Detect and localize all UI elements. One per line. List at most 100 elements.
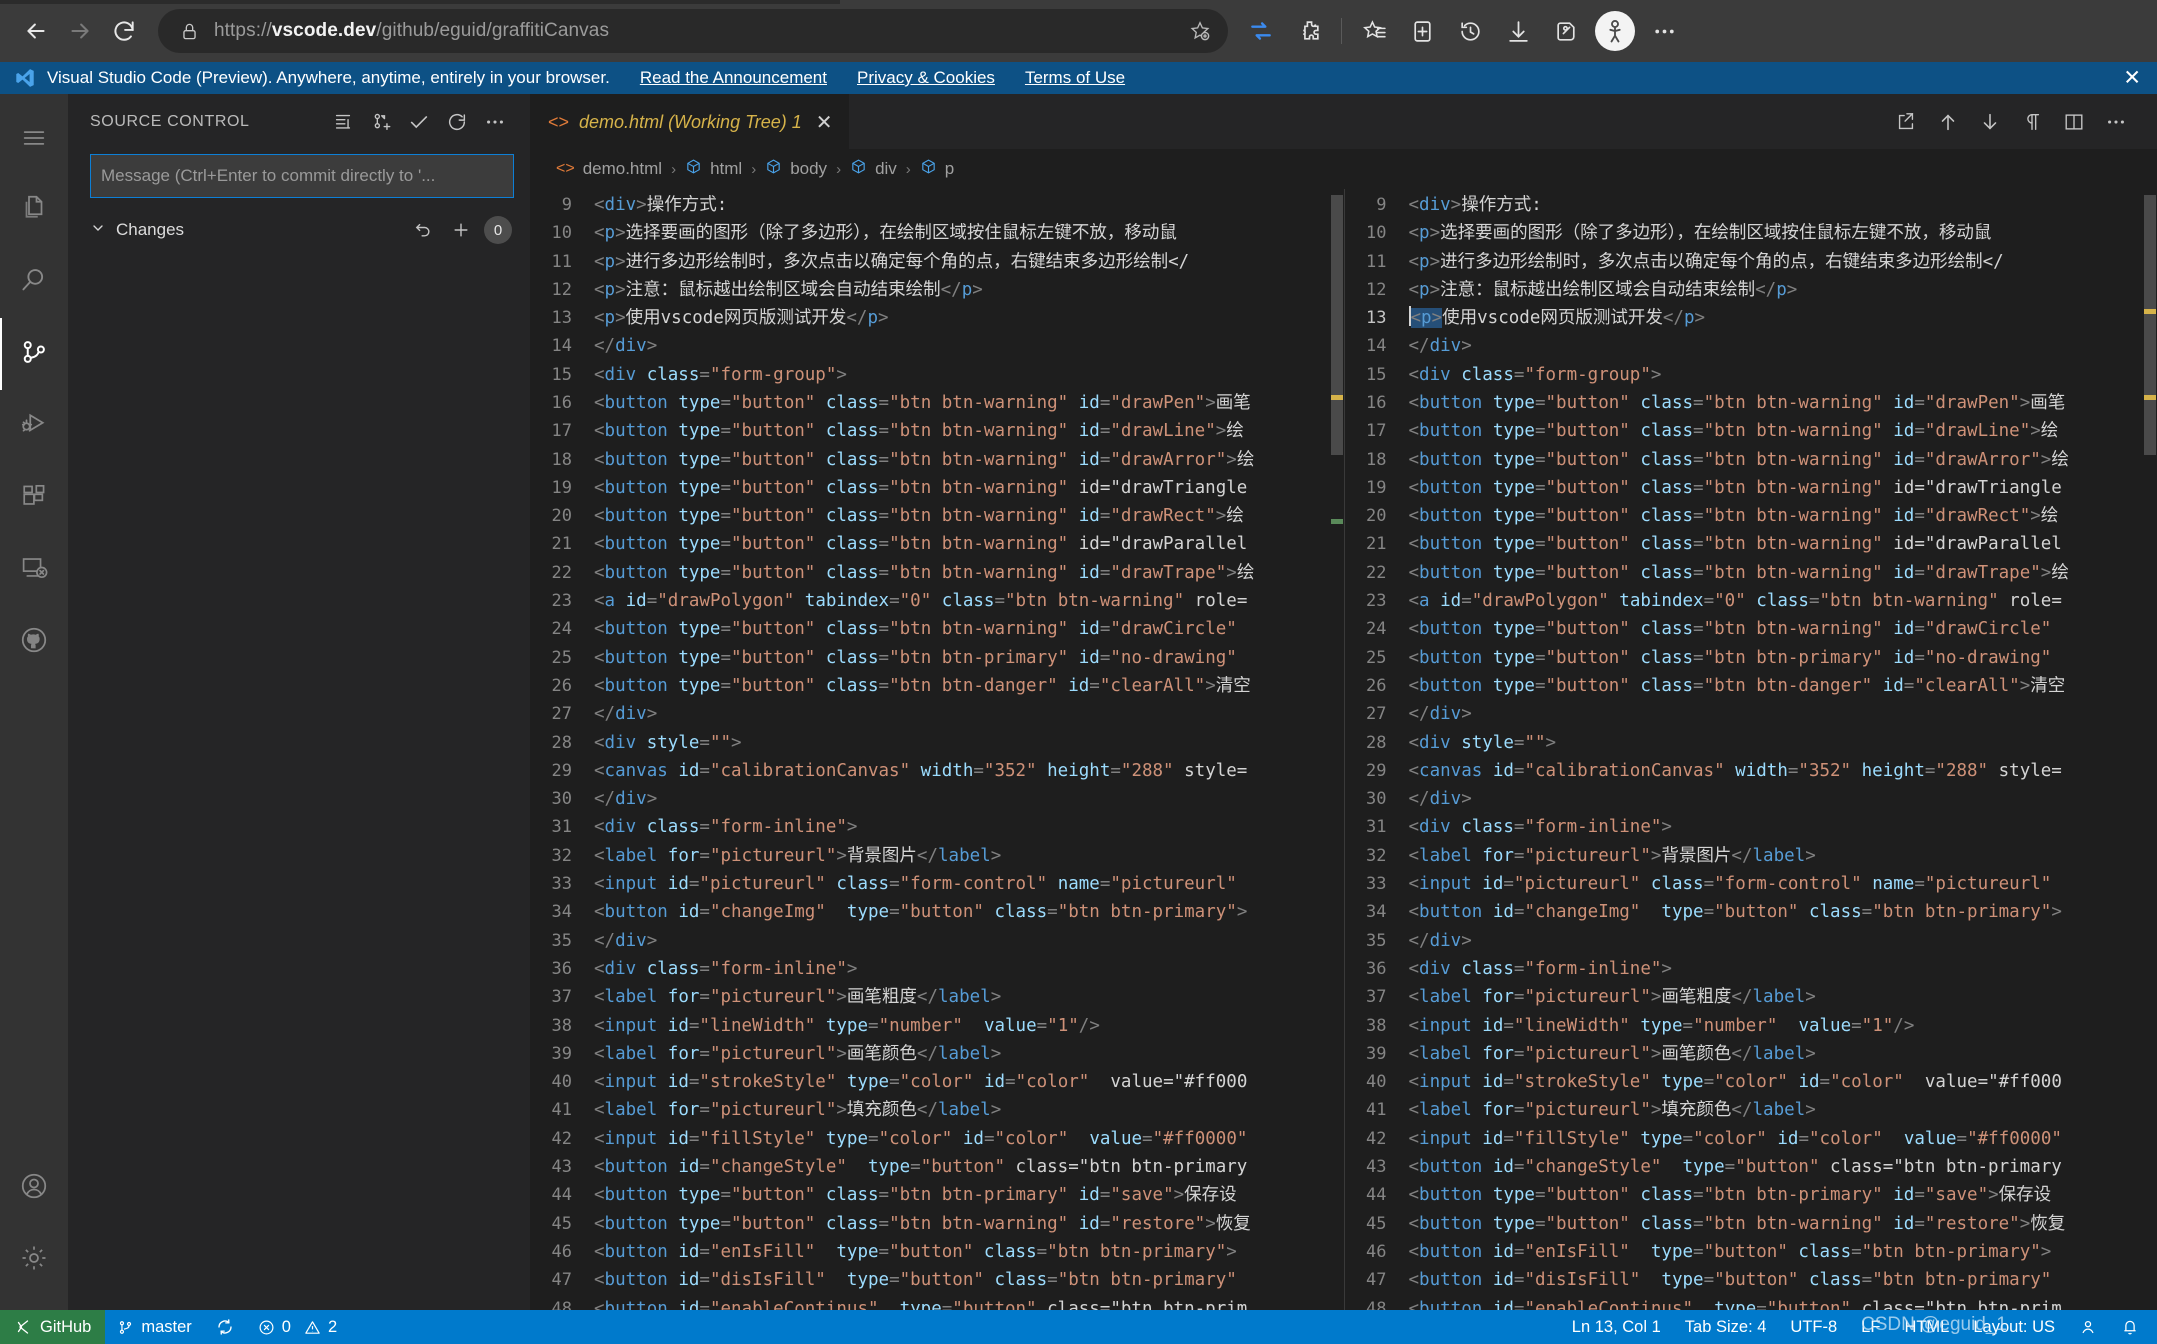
code-line[interactable]: 31 <div class="form-inline"> xyxy=(1345,813,2157,841)
code-line[interactable]: 10 <p>选择要画的图形（除了多边形），在绘制区域按住鼠标左键不放，移动鼠 xyxy=(1345,219,2157,247)
code-line[interactable]: 9 <div>操作方式: xyxy=(530,191,1344,219)
reload-button[interactable] xyxy=(102,9,146,53)
code-line[interactable]: 43 <button id="changeStyle" type="button"… xyxy=(530,1153,1344,1181)
code-line[interactable]: 44 <button type="button" class="btn btn-p… xyxy=(1345,1181,2157,1209)
split-editor-icon[interactable] xyxy=(2055,103,2093,141)
code-line[interactable]: 38 <input id="lineWidth" type="number" va… xyxy=(530,1012,1344,1040)
eol-item[interactable]: LF xyxy=(1849,1310,1892,1344)
code-line[interactable]: 14 </div> xyxy=(1345,332,2157,360)
code-line[interactable]: 12 <p>注意：鼠标越出绘制区域会自动结束绘制</p> xyxy=(1345,276,2157,304)
code-line[interactable]: 17 <button type="button" class="btn btn-w… xyxy=(1345,417,2157,445)
overview-ruler-original[interactable] xyxy=(1330,189,1344,1310)
extensions-puzzle-icon[interactable] xyxy=(1286,9,1332,53)
sidebar-item-search[interactable] xyxy=(0,246,68,318)
commit-check-icon[interactable] xyxy=(400,103,438,141)
terms-of-use-link[interactable]: Terms of Use xyxy=(1025,68,1125,88)
code-line[interactable]: 36 <div class="form-inline"> xyxy=(530,955,1344,983)
code-line[interactable]: 36 <div class="form-inline"> xyxy=(1345,955,2157,983)
code-line[interactable]: 44 <button type="button" class="btn btn-p… xyxy=(530,1181,1344,1209)
diff-pane-modified[interactable]: 9 <div>操作方式: 10 <p>选择要画的图形（除了多边形），在绘制区域按住鼠标… xyxy=(1343,188,2157,1310)
sidebar-item-extensions[interactable] xyxy=(0,462,68,534)
diff-pane-original[interactable]: 9 <div>操作方式: 10 <p>选择要画的图形（除了多边形），在绘制区域按住鼠标… xyxy=(530,188,1344,1310)
code-line[interactable]: 12 <p>注意：鼠标越出绘制区域会自动结束绘制</p> xyxy=(530,276,1344,304)
code-line[interactable]: 24 <button type="button" class="btn btn-w… xyxy=(530,615,1344,643)
code-line[interactable]: 21 <button type="button" class="btn btn-w… xyxy=(1345,530,2157,558)
code-line[interactable]: 26 <button type="button" class="btn btn-d… xyxy=(1345,672,2157,700)
code-line[interactable]: 15 <div class="form-group"> xyxy=(1345,361,2157,389)
code-line[interactable]: 37 <label for="pictureurl">画笔粗度</label> xyxy=(530,983,1344,1011)
next-change-icon[interactable] xyxy=(1971,103,2009,141)
code-line[interactable]: 10 <p>选择要画的图形（除了多边形），在绘制区域按住鼠标左键不放，移动鼠 xyxy=(530,219,1344,247)
code-line[interactable]: 28 <div style=""> xyxy=(530,729,1344,757)
bookmark-add-icon[interactable] xyxy=(1180,20,1220,42)
code-line[interactable]: 20 <button type="button" class="btn btn-w… xyxy=(1345,502,2157,530)
language-mode-item[interactable]: HTML xyxy=(1892,1310,1961,1344)
breadcrumb-item-file[interactable]: <> demo.html xyxy=(556,159,662,179)
more-actions-icon[interactable] xyxy=(2097,103,2135,141)
open-changes-icon[interactable] xyxy=(1887,103,1925,141)
sidebar-item-explorer[interactable] xyxy=(0,174,68,246)
code-line[interactable]: 32 <label for="pictureurl">背景图片</label> xyxy=(1345,842,2157,870)
stage-all-changes-icon[interactable] xyxy=(446,220,476,240)
code-line[interactable]: 11 <p>进行多边形绘制时，多次点击以确定每个角的点，右键结束多边形绘制</ xyxy=(1345,248,2157,276)
code-line[interactable]: 39 <label for="pictureurl">画笔颜色</label> xyxy=(1345,1040,2157,1068)
commit-message-input[interactable]: Message (Ctrl+Enter to commit directly t… xyxy=(90,154,514,198)
code-line[interactable]: 38 <input id="lineWidth" type="number" va… xyxy=(1345,1012,2157,1040)
privacy-cookies-link[interactable]: Privacy & Cookies xyxy=(857,68,995,88)
discard-all-changes-icon[interactable] xyxy=(408,220,438,240)
code-line[interactable]: 22 <button type="button" class="btn btn-w… xyxy=(530,559,1344,587)
encoding-item[interactable]: UTF-8 xyxy=(1778,1310,1849,1344)
chevron-down-icon[interactable] xyxy=(90,220,108,240)
code-line[interactable]: 16 <button type="button" class="btn btn-w… xyxy=(1345,389,2157,417)
changes-group-header[interactable]: Changes 0 xyxy=(68,212,530,248)
code-line[interactable]: 19 <button type="button" class="btn btn-w… xyxy=(1345,474,2157,502)
code-line[interactable]: 26 <button type="button" class="btn btn-d… xyxy=(530,672,1344,700)
code-line[interactable]: 48 <button id="enableContinus" type="butt… xyxy=(1345,1295,2157,1311)
code-content-modified[interactable]: 9 <div>操作方式: 10 <p>选择要画的图形（除了多边形），在绘制区域按住鼠标… xyxy=(1345,189,2157,1310)
refresh-icon[interactable] xyxy=(438,103,476,141)
cursor-position-item[interactable]: Ln 13, Col 1 xyxy=(1560,1310,1673,1344)
code-line[interactable]: 34 <button id="changeImg" type="button" c… xyxy=(530,898,1344,926)
code-line[interactable]: 32 <label for="pictureurl">背景图片</label> xyxy=(530,842,1344,870)
overview-ruler-modified[interactable] xyxy=(2143,189,2157,1310)
code-line[interactable]: 27 </div> xyxy=(530,700,1344,728)
code-line[interactable]: 33 <input id="pictureurl" class="form-con… xyxy=(1345,870,2157,898)
code-line[interactable]: 20 <button type="button" class="btn btn-w… xyxy=(530,502,1344,530)
code-line[interactable]: 41 <label for="pictureurl">填充颜色</label> xyxy=(1345,1096,2157,1124)
sidebar-item-remote-explorer[interactable] xyxy=(0,534,68,606)
code-line[interactable]: 41 <label for="pictureurl">填充颜色</label> xyxy=(530,1096,1344,1124)
remote-host-button[interactable]: GitHub xyxy=(0,1310,106,1344)
code-line[interactable]: 13 <p>使用vscode网页版测试开发</p> xyxy=(530,304,1344,332)
collections-add-icon[interactable] xyxy=(1399,9,1445,53)
source-control-add-icon[interactable] xyxy=(362,103,400,141)
address-bar[interactable]: https://vscode.dev/github/eguid/graffiti… xyxy=(158,9,1228,53)
code-line[interactable]: 29 <canvas id="calibrationCanvas" width="… xyxy=(530,757,1344,785)
code-line[interactable]: 16 <button type="button" class="btn btn-w… xyxy=(530,389,1344,417)
code-line[interactable]: 9 <div>操作方式: xyxy=(1345,191,2157,219)
code-line[interactable]: 29 <canvas id="calibrationCanvas" width="… xyxy=(1345,757,2157,785)
notifications-bell-icon[interactable] xyxy=(2109,1310,2157,1344)
code-line[interactable]: 46 <button id="enIsFill" type="button" cl… xyxy=(530,1238,1344,1266)
code-line[interactable]: 42 <input id="fillStyle" type="color" id=… xyxy=(530,1125,1344,1153)
code-line[interactable]: 46 <button id="enIsFill" type="button" cl… xyxy=(1345,1238,2157,1266)
code-content-original[interactable]: 9 <div>操作方式: 10 <p>选择要画的图形（除了多边形），在绘制区域按住鼠标… xyxy=(530,189,1344,1310)
toggle-whitespace-icon[interactable] xyxy=(2013,103,2051,141)
previous-change-icon[interactable] xyxy=(1929,103,1967,141)
code-line[interactable]: 37 <label for="pictureurl">画笔粗度</label> xyxy=(1345,983,2157,1011)
code-line[interactable]: 47 <button id="disIsFill" type="button" c… xyxy=(1345,1266,2157,1294)
account-icon[interactable] xyxy=(0,1150,68,1222)
code-line[interactable]: 39 <label for="pictureurl">画笔颜色</label> xyxy=(530,1040,1344,1068)
code-line[interactable]: 30 </div> xyxy=(530,785,1344,813)
code-line[interactable]: 25 <button type="button" class="btn btn-p… xyxy=(1345,644,2157,672)
more-actions-icon[interactable] xyxy=(476,103,514,141)
menu-hamburger-icon[interactable] xyxy=(0,102,68,174)
breadcrumb-item-html[interactable]: html xyxy=(685,158,742,180)
code-line[interactable]: 40 <input id="strokeStyle" type="color" i… xyxy=(1345,1068,2157,1096)
code-line[interactable]: 21 <button type="button" class="btn btn-w… xyxy=(530,530,1344,558)
code-line[interactable]: 23 <a id="drawPolygon" tabindex="0" class… xyxy=(1345,587,2157,615)
code-line[interactable]: 25 <button type="button" class="btn btn-p… xyxy=(530,644,1344,672)
breadcrumb-item-p[interactable]: p xyxy=(920,158,954,180)
code-line[interactable]: 22 <button type="button" class="btn btn-w… xyxy=(1345,559,2157,587)
code-line[interactable]: 33 <input id="pictureurl" class="form-con… xyxy=(530,870,1344,898)
code-line[interactable]: 34 <button id="changeImg" type="button" c… xyxy=(1345,898,2157,926)
